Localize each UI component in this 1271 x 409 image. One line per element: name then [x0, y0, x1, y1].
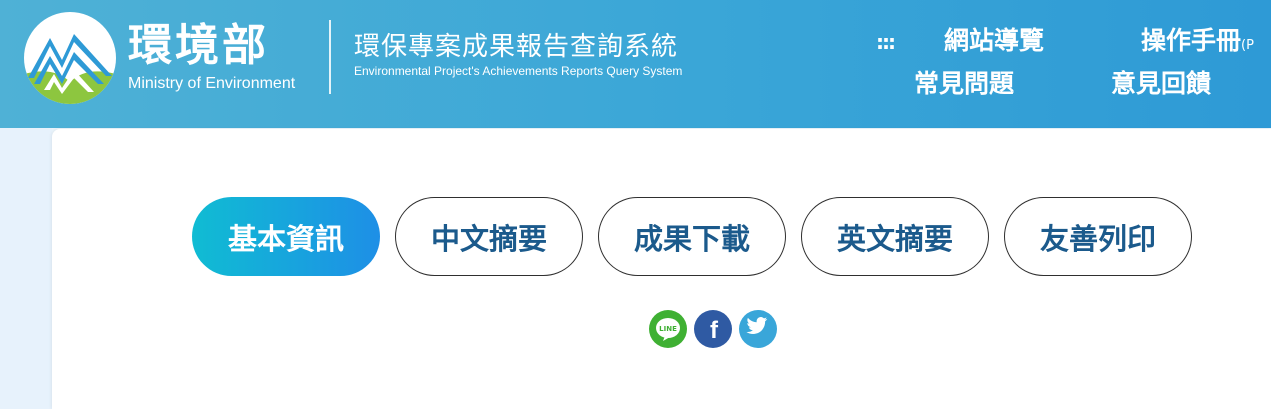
ministry-logo-icon[interactable] [24, 12, 116, 104]
nav-feedback-link[interactable]: 意見回饋 [1111, 64, 1211, 100]
tab-results-download[interactable]: 成果下載 [598, 197, 786, 276]
facebook-icon[interactable]: f [694, 310, 732, 348]
tab-basic-info[interactable]: 基本資訊 [192, 197, 380, 276]
tab-english-abstract[interactable]: 英文摘要 [801, 197, 989, 276]
nav-faq-link[interactable]: 常見問題 [914, 64, 1014, 100]
site-header: 環境部 Ministry of Environment 環保專案成果報告查詢系統… [0, 0, 1271, 128]
tab-chinese-abstract[interactable]: 中文摘要 [395, 197, 583, 276]
system-title-zh: 環保專案成果報告查詢系統 [354, 32, 679, 62]
nav-manual-link[interactable]: 操作手冊(P [1141, 21, 1254, 57]
nav-manual-label: 操作手冊 [1141, 26, 1242, 55]
line-icon-text: LINE [659, 325, 677, 333]
ministry-name-zh: 環境部 [128, 20, 269, 71]
menu-dots-icon[interactable]: ::: [876, 30, 896, 54]
left-side-strip [0, 128, 52, 409]
line-icon[interactable]: LINE [649, 310, 687, 348]
system-title-en: Environmental Project's Achievements Rep… [354, 64, 683, 78]
ministry-name-en: Ministry of Environment [128, 75, 296, 92]
twitter-icon[interactable] [739, 310, 777, 348]
header-divider [329, 20, 331, 94]
facebook-glyph: f [710, 317, 719, 344]
nav-sitemap-link[interactable]: 網站導覽 [944, 21, 1044, 57]
tab-print-friendly[interactable]: 友善列印 [1004, 197, 1192, 276]
nav-manual-suffix: (P [1241, 38, 1254, 53]
